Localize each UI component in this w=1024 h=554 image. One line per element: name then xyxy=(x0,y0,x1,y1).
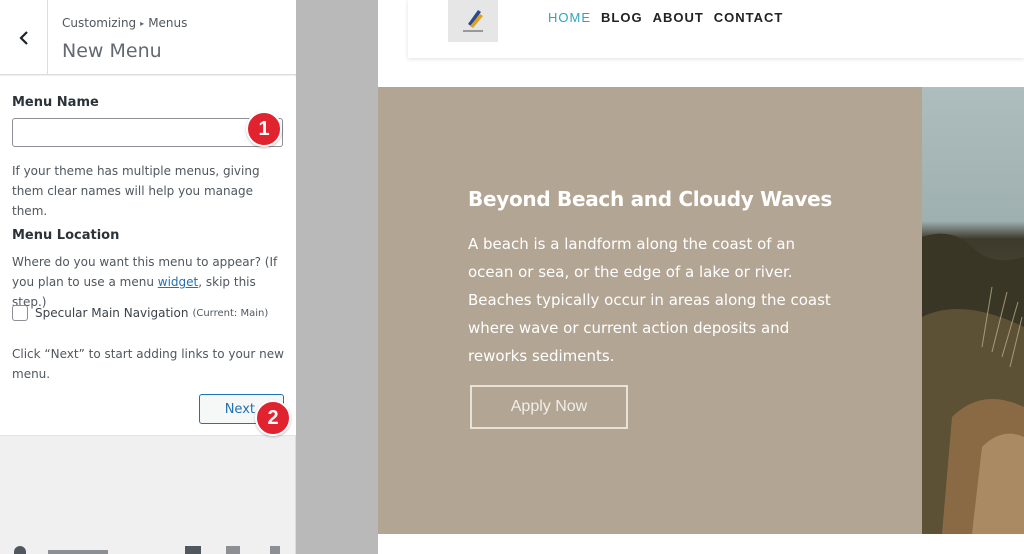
nav-about[interactable]: ABOUT xyxy=(653,10,704,25)
menu-location-label: Menu Location xyxy=(12,228,120,243)
chevron-left-icon xyxy=(18,30,28,45)
nav-blog[interactable]: BLOG xyxy=(601,10,643,25)
breadcrumb-section: Menus xyxy=(148,16,188,30)
main-navigation-label: Specular Main Navigation xyxy=(35,306,189,320)
step-badge-1: 1 xyxy=(246,111,282,147)
main-navigation-checkbox[interactable] xyxy=(12,305,28,321)
menu-name-input[interactable] xyxy=(12,118,283,147)
customizer-header: Customizing ▸ Menus New Menu xyxy=(0,0,296,75)
menu-name-label: Menu Name xyxy=(12,95,99,110)
primary-nav: HOME BLOG ABOUT CONTACT xyxy=(548,10,783,25)
site-header: HOME BLOG ABOUT CONTACT xyxy=(408,0,1024,58)
hide-controls-icon[interactable] xyxy=(14,546,26,554)
beach-dunes-photo xyxy=(922,87,1024,534)
nav-home[interactable]: HOME xyxy=(548,10,591,25)
menu-location-help: Where do you want this menu to appear? (… xyxy=(12,252,284,312)
logo-mark-icon xyxy=(463,10,483,32)
step-badge-2: 2 xyxy=(255,400,291,436)
widget-link[interactable]: widget xyxy=(158,275,198,289)
device-preview-bar xyxy=(0,540,296,554)
customizer-sidebar: Customizing ▸ Menus New Menu Menu Name If … xyxy=(0,0,296,554)
dune-grass-illustration xyxy=(922,233,1024,534)
desktop-icon[interactable] xyxy=(185,546,201,554)
breadcrumb: Customizing ▸ Menus xyxy=(62,16,187,30)
breadcrumb-root: Customizing xyxy=(62,16,137,30)
panel-title: New Menu xyxy=(62,40,162,62)
hero-title: Beyond Beach and Cloudy Waves xyxy=(468,187,832,211)
hero-panel: Beyond Beach and Cloudy Waves A beach is… xyxy=(378,87,922,534)
back-button[interactable] xyxy=(0,0,48,75)
tablet-icon[interactable] xyxy=(226,546,240,554)
breadcrumb-separator-icon: ▸ xyxy=(140,19,145,28)
current-location-note: (Current: Main) xyxy=(192,307,269,319)
site-preview: HOME BLOG ABOUT CONTACT Beyond Beach and… xyxy=(378,0,1024,554)
hero-section: Beyond Beach and Cloudy Waves A beach is… xyxy=(378,87,1024,534)
site-logo[interactable] xyxy=(448,0,498,42)
hero-text: A beach is a landform along the coast of… xyxy=(468,235,831,365)
mobile-icon[interactable] xyxy=(270,546,280,554)
next-help: Click “Next” to start adding links to yo… xyxy=(12,347,284,381)
collapse-label-icon[interactable] xyxy=(48,550,108,554)
apply-now-button[interactable]: Apply Now xyxy=(470,385,628,429)
nav-contact[interactable]: CONTACT xyxy=(714,10,784,25)
menu-name-help: If your theme has multiple menus, giving… xyxy=(12,164,260,218)
location-option-row: Specular Main Navigation (Current: Main) xyxy=(12,305,268,321)
